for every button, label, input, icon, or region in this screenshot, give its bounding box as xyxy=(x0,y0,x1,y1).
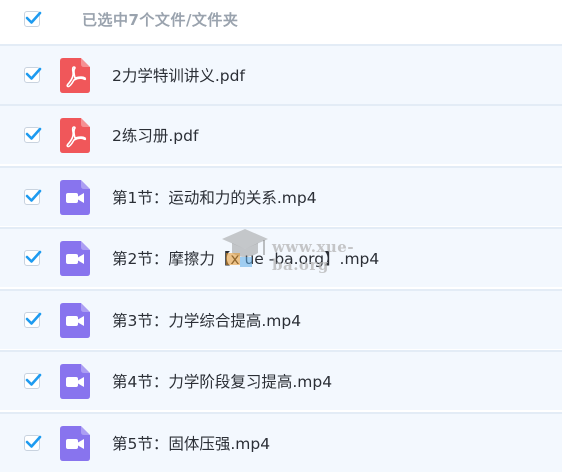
pdf-file-icon xyxy=(60,118,90,153)
file-name[interactable]: 第2节：摩擦力【x ue -ba.org】.mp4 xyxy=(112,247,379,269)
checkmark-icon xyxy=(25,435,42,448)
selection-header: 已选中7个文件/文件夹 xyxy=(0,0,562,40)
file-name[interactable]: 第4节：力学阶段复习提高.mp4 xyxy=(112,370,332,392)
checkmark-icon xyxy=(25,312,42,325)
video-file-icon xyxy=(60,180,90,215)
selection-count-label: 已选中7个文件/文件夹 xyxy=(82,11,239,29)
file-checkbox[interactable] xyxy=(24,312,42,328)
video-file-icon xyxy=(60,364,90,399)
file-name[interactable]: 第1节：运动和力的关系.mp4 xyxy=(112,186,317,208)
file-row[interactable]: 第4节：力学阶段复习提高.mp4 xyxy=(0,350,562,410)
checkmark-icon xyxy=(25,373,42,386)
select-all-checkbox[interactable] xyxy=(24,11,42,27)
file-checkbox[interactable] xyxy=(24,250,42,266)
checkmark-icon xyxy=(25,189,42,202)
file-row[interactable]: 第3节：力学综合提高.mp4 xyxy=(0,289,562,349)
file-row[interactable]: 第2节：摩擦力【x ue -ba.org】.mp4 xyxy=(0,227,562,287)
file-checkbox[interactable] xyxy=(24,435,42,451)
checkmark-icon xyxy=(25,11,42,24)
file-row[interactable]: 2练习册.pdf xyxy=(0,104,562,164)
file-checkbox[interactable] xyxy=(24,373,42,389)
video-file-icon xyxy=(60,426,90,461)
pdf-file-icon xyxy=(60,58,90,93)
file-row[interactable]: 第1节：运动和力的关系.mp4 xyxy=(0,166,562,226)
file-name[interactable]: 第3节：力学综合提高.mp4 xyxy=(112,309,301,331)
file-name[interactable]: 2力学特训讲义.pdf xyxy=(112,64,245,86)
video-file-icon xyxy=(60,303,90,338)
file-checkbox[interactable] xyxy=(24,67,42,83)
checkmark-icon xyxy=(25,67,42,80)
file-row[interactable]: 2力学特训讲义.pdf xyxy=(0,44,562,104)
video-file-icon xyxy=(60,241,90,276)
file-name[interactable]: 第5节：固体压强.mp4 xyxy=(112,432,270,454)
file-row[interactable]: 第5节：固体压强.mp4 xyxy=(0,412,562,472)
file-name[interactable]: 2练习册.pdf xyxy=(112,124,198,146)
checkmark-icon xyxy=(25,250,42,263)
file-checkbox[interactable] xyxy=(24,127,42,143)
file-checkbox[interactable] xyxy=(24,189,42,205)
checkmark-icon xyxy=(25,127,42,140)
